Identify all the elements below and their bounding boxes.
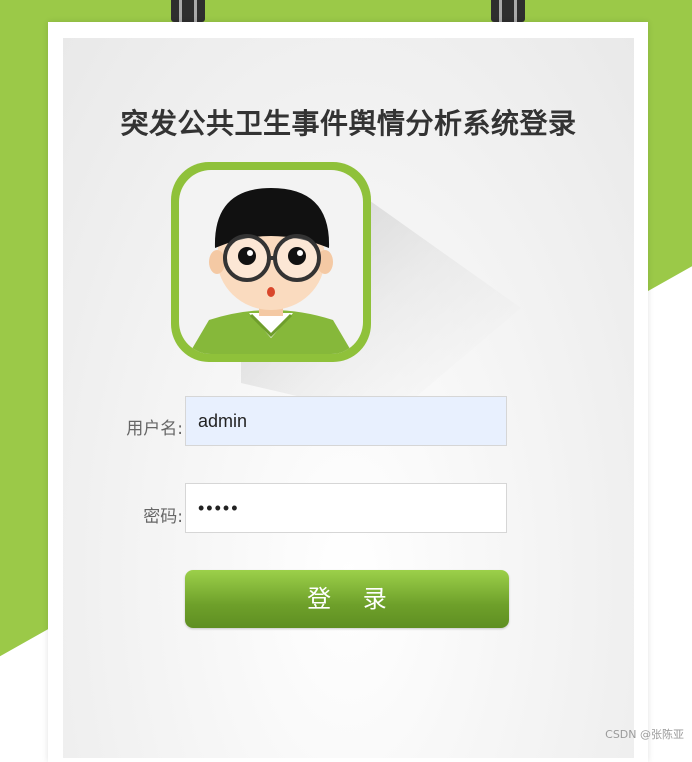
page-title: 突发公共卫生事件舆情分析系统登录 (120, 107, 577, 140)
username-label: 用户名: (126, 419, 183, 439)
avatar-area (171, 158, 571, 418)
password-input[interactable]: ••••• (185, 483, 507, 533)
cartoon-user-avatar-icon (179, 170, 363, 354)
login-button[interactable]: 登 录 (185, 570, 509, 628)
avatar (171, 162, 371, 362)
watermark: CSDN @张陈亚 (605, 728, 684, 741)
binder-clip-icon (491, 0, 525, 22)
login-card-inner: 突发公共卫生事件舆情分析系统登录 用户名: admin 密码: ••••• 登 … (63, 38, 634, 758)
login-card: 突发公共卫生事件舆情分析系统登录 用户名: admin 密码: ••••• 登 … (48, 22, 648, 762)
username-input[interactable]: admin (185, 396, 507, 446)
binder-clip-icon (171, 0, 205, 22)
password-label: 密码: (143, 507, 183, 527)
